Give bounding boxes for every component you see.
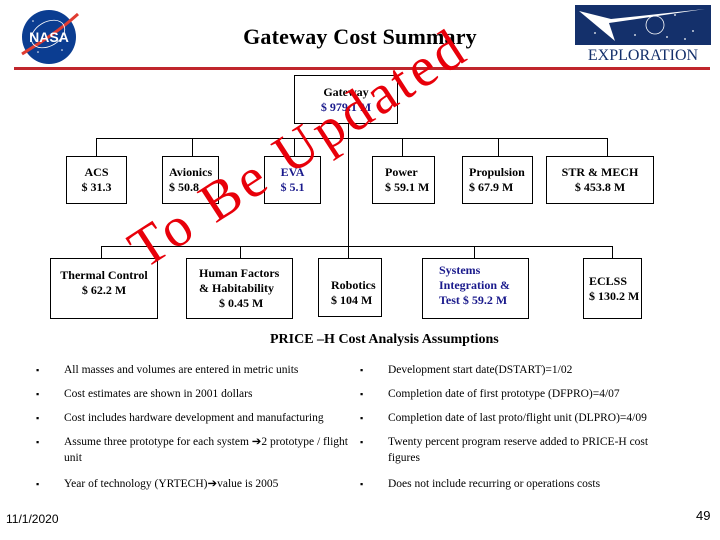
assumption-text: Completion date of last proto/flight uni…	[388, 412, 647, 424]
node-cost: $ 50.8	[169, 180, 199, 194]
connector	[96, 138, 97, 156]
assumption-text: Twenty percent program reserve added to …	[388, 436, 649, 464]
bullet-icon: ▪	[360, 389, 364, 399]
org-node-robotics: Robotics $ 104 M	[318, 258, 382, 317]
bullet-icon: ▪	[360, 479, 364, 489]
exploration-logo: EXPLORATION	[575, 5, 711, 64]
assumption-text: Year of technology (YRTECH)➔value is 200…	[64, 478, 279, 490]
node-cost: $ 979.1 M	[320, 99, 372, 114]
node-name: Power	[385, 165, 418, 179]
assumption-text: Cost estimates are shown in 2001 dollars	[64, 388, 253, 400]
node-cost: $ 62.2 M	[81, 283, 127, 297]
assumption-text: Completion date of first prototype (DFPR…	[388, 388, 620, 400]
org-node-systems-integration: Systems Integration & Test $ 59.2 M	[422, 258, 529, 319]
assumption-text: All masses and volumes are entered in me…	[64, 364, 299, 376]
exploration-logo-text: EXPLORATION	[588, 47, 699, 63]
node-cost: $ 453.8 M	[574, 180, 626, 194]
node-cost: $ 104 M	[331, 292, 373, 307]
org-node-thermal-control: Thermal Control $ 62.2 M	[50, 258, 158, 319]
connector	[348, 124, 349, 258]
org-node-human-factors: Human Factors & Habitability $ 0.45 M	[186, 258, 293, 319]
node-cost: $ 0.45 M	[219, 296, 264, 310]
watermark-to-be-updated: To Be Updated	[117, 15, 479, 281]
bullet-icon: ▪	[360, 413, 364, 423]
bullet-icon: ▪	[36, 389, 40, 399]
node-name: Propulsion	[469, 165, 525, 179]
connector	[498, 138, 499, 156]
org-node-propulsion: Propulsion $ 67.9 M	[462, 156, 533, 204]
node-cost: $ 31.3	[81, 180, 112, 194]
node-name: STR & MECH	[561, 165, 639, 179]
node-name: ECLSS	[589, 273, 628, 288]
node-name: Robotics	[331, 277, 376, 292]
connector	[612, 246, 613, 258]
connector	[101, 246, 102, 258]
node-cost: Test $ 59.2 M	[439, 293, 508, 307]
bullet-icon: ▪	[36, 365, 40, 375]
connector	[192, 138, 193, 156]
node-name-2: & Habitability	[199, 281, 275, 295]
connector	[607, 138, 608, 156]
connector	[96, 138, 608, 139]
connector	[474, 246, 475, 258]
node-name-2: Integration &	[439, 278, 510, 292]
connector	[294, 138, 295, 156]
header-divider	[14, 67, 710, 70]
org-node-eclss: ECLSS $ 130.2 M	[583, 258, 642, 319]
connector	[101, 246, 613, 247]
assumption-text: Assume three prototype for each system ➔…	[64, 436, 348, 464]
node-cost: $ 59.1 M	[385, 180, 430, 194]
node-name: Avionics	[169, 165, 213, 179]
org-node-eva: EVA $ 5.1	[264, 156, 321, 204]
org-node-avionics: Avionics $ 50.8	[162, 156, 219, 204]
org-node-power: Power $ 59.1 M	[372, 156, 435, 204]
footer-date: 11/1/2020	[6, 512, 59, 526]
node-name: Gateway	[323, 84, 369, 99]
node-cost: $ 5.1	[280, 180, 305, 194]
node-cost: $ 67.9 M	[469, 180, 514, 194]
bullet-icon: ▪	[360, 437, 364, 447]
assumptions-title: PRICE –H Cost Analysis Assumptions	[270, 332, 499, 347]
assumption-text: Development start date(DSTART)=1/02	[388, 364, 573, 376]
bullet-icon: ▪	[36, 437, 40, 447]
org-node-gateway: Gateway $ 979.1 M	[294, 75, 398, 124]
node-name: Human Factors	[199, 266, 280, 280]
org-node-acs: ACS $ 31.3	[66, 156, 127, 204]
assumption-text: Cost includes hardware development and m…	[64, 412, 324, 424]
node-name: Systems	[439, 263, 481, 277]
node-name: Thermal Control	[60, 268, 148, 282]
connector	[402, 138, 403, 156]
connector	[240, 246, 241, 258]
bullet-icon: ▪	[36, 413, 40, 423]
assumption-text: Does not include recurring or operations…	[388, 478, 601, 490]
org-node-str-mech: STR & MECH $ 453.8 M	[546, 156, 654, 204]
node-cost: $ 130.2 M	[589, 288, 640, 303]
page-number: 49	[696, 508, 711, 523]
bullet-icon: ▪	[360, 365, 364, 375]
bullet-icon: ▪	[36, 479, 40, 489]
node-name: EVA	[280, 165, 305, 179]
node-name: ACS	[84, 165, 109, 179]
